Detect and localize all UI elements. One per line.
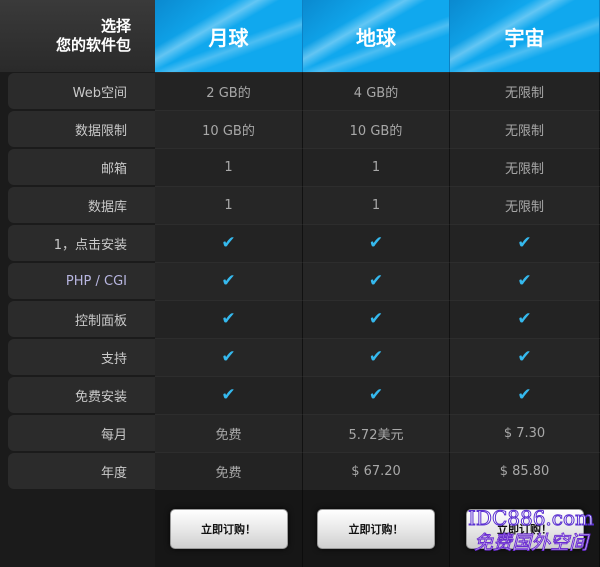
pricing-table: 选择 您的软件包 月球 地球 宇宙 Web空间 2 GB的 4 GB的 无限制 数据限制… [0, 0, 600, 567]
plan-name-earth: 地球 [356, 25, 396, 50]
cell-web-space-moon: 2 GB的 [155, 72, 303, 110]
plan-header-universe: 宇宙 [450, 0, 600, 72]
checkmark-icon: ✔ [221, 309, 236, 329]
cell-support-moon: ✔ [155, 338, 303, 376]
checkmark-icon: ✔ [368, 271, 384, 291]
cell-control-panel-moon: ✔ [155, 300, 303, 338]
footer-moon: 立即订购！ [155, 490, 303, 567]
cell-monthly-moon: 免费 [155, 414, 303, 452]
cell-control-panel-universe: ✔ [450, 300, 600, 338]
cell-database-earth: 1 [303, 186, 450, 224]
cell-support-universe: ✔ [450, 338, 600, 376]
checkmark-icon: ✔ [368, 385, 384, 405]
checkmark-icon: ✔ [221, 233, 236, 253]
cell-mailbox-moon: 1 [155, 148, 303, 186]
cell-annual-moon: 免费 [155, 452, 303, 490]
cell-monthly-earth: 5.72美元 [303, 414, 450, 452]
row-label-monthly: 每月 [8, 415, 155, 451]
order-button-earth[interactable]: 立即订购！ [317, 508, 435, 549]
row-label-one-click-install: 1，点击安装 [8, 225, 155, 261]
cell-annual-universe: $ 85.80 [450, 452, 600, 490]
row-label-control-panel: 控制面板 [8, 301, 155, 337]
row-label-mailbox: 邮箱 [8, 149, 155, 185]
cell-one-click-install-earth: ✔ [303, 224, 450, 262]
cell-php-cgi-moon: ✔ [155, 262, 303, 300]
row-label-data-limit: 数据限制 [8, 111, 155, 147]
row-label-web-space: Web空间 [8, 73, 155, 109]
cell-one-click-install-moon: ✔ [155, 224, 303, 262]
cell-one-click-install-universe: ✔ [450, 224, 600, 262]
cell-web-space-earth: 4 GB的 [303, 72, 450, 110]
cell-php-cgi-universe: ✔ [450, 262, 600, 300]
cell-free-install-universe: ✔ [450, 376, 600, 414]
checkmark-icon: ✔ [517, 309, 532, 329]
row-label-support: 支持 [8, 339, 155, 375]
cell-database-moon: 1 [155, 186, 303, 224]
footer-universe: 立即订购！ [450, 490, 600, 567]
header-corner: 选择 您的软件包 [0, 0, 155, 72]
order-button-moon[interactable]: 立即订购！ [169, 508, 288, 549]
cell-web-space-universe: 无限制 [450, 72, 600, 110]
cell-mailbox-earth: 1 [303, 148, 450, 186]
corner-title-line1: 选择 [100, 17, 131, 35]
row-label-php-cgi: PHP / CGI [8, 263, 155, 299]
cell-database-universe: 无限制 [450, 186, 600, 224]
checkmark-icon: ✔ [368, 309, 384, 329]
cell-control-panel-earth: ✔ [303, 300, 450, 338]
row-label-database: 数据库 [8, 187, 155, 223]
checkmark-icon: ✔ [517, 271, 532, 291]
row-label-annual: 年度 [8, 453, 155, 489]
cell-php-cgi-earth: ✔ [303, 262, 450, 300]
row-label-free-install: 免费安装 [8, 377, 155, 413]
checkmark-icon: ✔ [221, 271, 236, 291]
plan-name-moon: 月球 [208, 25, 249, 50]
cell-mailbox-universe: 无限制 [450, 148, 600, 186]
footer-earth: 立即订购！ [303, 490, 450, 567]
cell-data-limit-moon: 10 GB的 [155, 110, 303, 148]
checkmark-icon: ✔ [517, 347, 532, 367]
order-button-universe[interactable]: 立即订购！ [465, 508, 584, 549]
checkmark-icon: ✔ [368, 347, 384, 367]
cell-annual-earth: $ 67.20 [303, 452, 450, 490]
cell-data-limit-universe: 无限制 [450, 110, 600, 148]
plan-header-moon: 月球 [155, 0, 303, 72]
checkmark-icon: ✔ [368, 233, 384, 253]
footer-spacer [0, 490, 155, 567]
checkmark-icon: ✔ [517, 385, 532, 405]
checkmark-icon: ✔ [517, 233, 532, 253]
cell-support-earth: ✔ [303, 338, 450, 376]
plan-header-earth: 地球 [303, 0, 450, 72]
plan-name-universe: 宇宙 [504, 25, 545, 50]
checkmark-icon: ✔ [221, 385, 236, 405]
checkmark-icon: ✔ [221, 347, 236, 367]
cell-data-limit-earth: 10 GB的 [303, 110, 450, 148]
cell-free-install-earth: ✔ [303, 376, 450, 414]
cell-free-install-moon: ✔ [155, 376, 303, 414]
cell-monthly-universe: $ 7.30 [450, 414, 600, 452]
corner-title-line2: 您的软件包 [55, 36, 131, 54]
